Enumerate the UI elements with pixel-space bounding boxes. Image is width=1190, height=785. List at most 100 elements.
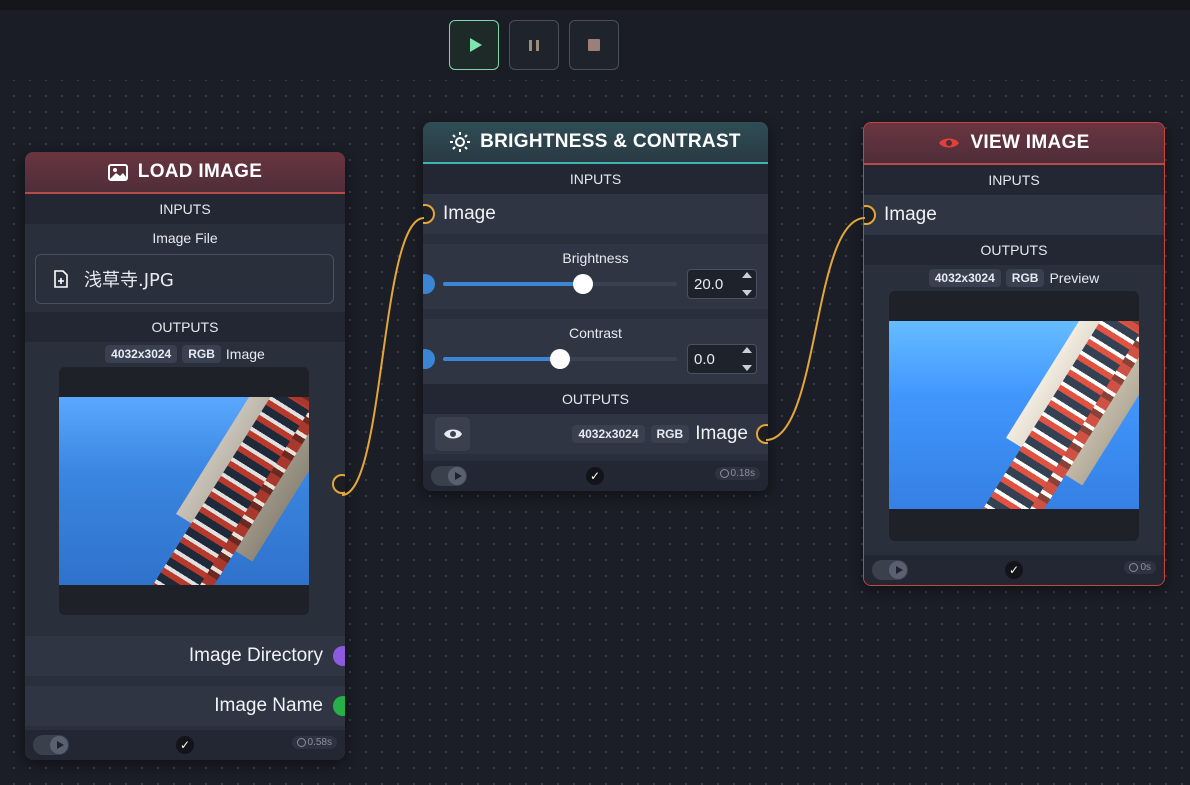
view-image-title: VIEW IMAGE (970, 132, 1090, 153)
image-meta: 4032x3024 RGB Image (25, 342, 345, 363)
image-file-label: Image File (152, 230, 218, 246)
dims-badge: 4032x3024 (928, 269, 1001, 287)
image-input-port[interactable] (864, 205, 876, 225)
decrement-icon[interactable] (742, 365, 752, 371)
image-preview (59, 367, 309, 615)
dims-badge: 4032x3024 (572, 425, 645, 443)
image-file-picker[interactable]: 浅草寺.JPG (35, 254, 334, 304)
image-output-port[interactable] (756, 424, 768, 444)
outputs-section-label: OUTPUTS (423, 384, 768, 414)
status-check-icon: ✓ (1005, 561, 1023, 579)
eye-icon (939, 138, 960, 148)
wire-brightness-to-view (765, 217, 866, 441)
node-footer: ✓ 0s (864, 555, 1164, 585)
clock-icon (296, 738, 306, 747)
image-output-label: Image (695, 423, 748, 444)
node-footer: ✓ 0.58s (25, 730, 345, 760)
exec-time-badge: 0.58s (291, 736, 337, 749)
contrast-label: Contrast (569, 325, 622, 341)
photo-thumbnail (59, 397, 309, 585)
view-image-node[interactable]: VIEW IMAGE INPUTS Image OUTPUTS 4032x302… (863, 122, 1165, 586)
inputs-section-label: INPUTS (423, 164, 768, 194)
brightness-header[interactable]: BRIGHTNESS & CONTRAST (423, 122, 768, 164)
auto-run-toggle[interactable] (872, 560, 908, 580)
output-row-image-directory: Image Directory (25, 636, 345, 676)
mode-badge: RGB (650, 425, 690, 443)
file-add-icon (54, 270, 68, 288)
play-icon (454, 472, 462, 480)
play-icon (895, 566, 903, 574)
brightness-slider-thumb[interactable] (573, 274, 594, 294)
top-strip (0, 0, 1190, 10)
wire-load-to-brightness (341, 217, 425, 496)
clock-icon (1129, 563, 1139, 572)
exec-time: 0.18s (730, 468, 755, 479)
eye-icon (443, 429, 462, 439)
image-name-label: Image Name (214, 695, 323, 716)
preview-toggle-button[interactable] (435, 417, 470, 451)
load-image-node[interactable]: LOAD IMAGE INPUTS Image File 浅草寺.JPG OUT… (25, 152, 345, 760)
dims-badge: 4032x3024 (105, 345, 178, 363)
image-icon (107, 163, 128, 181)
stop-button[interactable] (569, 20, 619, 70)
load-image-title: LOAD IMAGE (137, 161, 263, 182)
exec-time-badge: 0s (1124, 561, 1156, 574)
inputs-section-label: INPUTS (25, 194, 345, 224)
outputs-section-label: OUTPUTS (864, 235, 1164, 265)
image-output-port[interactable] (332, 474, 345, 494)
image-input-label: Image (443, 203, 496, 224)
contrast-slider[interactable] (443, 349, 677, 369)
inputs-section-label: INPUTS (864, 165, 1164, 195)
brightness-label: Brightness (562, 250, 629, 266)
brightness-title: BRIGHTNESS & CONTRAST (480, 131, 741, 152)
pause-icon (529, 39, 539, 51)
image-input-label: Image (884, 204, 937, 225)
status-check-icon: ✓ (176, 736, 194, 754)
input-row-image: Image (423, 194, 768, 234)
increment-icon[interactable] (742, 347, 752, 353)
preview-label: Preview (1049, 270, 1100, 286)
exec-time: 0s (1140, 562, 1151, 573)
contrast-port[interactable] (423, 349, 435, 369)
toolbar (0, 10, 1190, 80)
file-name: 浅草寺.JPG (84, 270, 174, 291)
exec-time: 0.58s (307, 737, 332, 748)
exec-time-badge: 0.18s (714, 467, 760, 480)
sun-icon (450, 132, 471, 152)
brightness-row: Brightness 20.0 (423, 244, 768, 309)
mode-badge: RGB (182, 345, 221, 363)
brightness-port[interactable] (423, 274, 435, 294)
run-button[interactable] (449, 20, 499, 70)
pause-button[interactable] (509, 20, 559, 70)
brightness-contrast-node[interactable]: BRIGHTNESS & CONTRAST INPUTS Image Brigh… (423, 122, 768, 491)
increment-icon[interactable] (742, 272, 752, 278)
output-row-image: 4032x3024 RGB Image (423, 414, 768, 454)
contrast-row: Contrast 0.0 (423, 319, 768, 384)
brightness-number-input[interactable]: 20.0 (687, 269, 757, 299)
output-row-image-name: Image Name (25, 686, 345, 726)
image-output-label: Image (225, 346, 265, 362)
mode-badge: RGB (1005, 269, 1045, 287)
image-name-port[interactable] (333, 696, 345, 716)
contrast-value: 0.0 (694, 350, 715, 368)
auto-run-toggle[interactable] (431, 466, 467, 486)
load-image-header[interactable]: LOAD IMAGE (25, 152, 345, 194)
outputs-section-label: OUTPUTS (25, 312, 345, 342)
image-input-port[interactable] (423, 204, 435, 224)
play-icon (469, 38, 482, 52)
brightness-slider[interactable] (443, 274, 677, 294)
contrast-number-input[interactable]: 0.0 (687, 344, 757, 374)
photo-preview (889, 321, 1139, 509)
image-directory-port[interactable] (333, 646, 345, 666)
auto-run-toggle[interactable] (33, 735, 69, 755)
input-row-image: Image (864, 195, 1164, 235)
preview-meta: 4032x3024 RGB Preview (864, 265, 1164, 287)
image-directory-label: Image Directory (188, 645, 323, 666)
decrement-icon[interactable] (742, 290, 752, 296)
view-image-header[interactable]: VIEW IMAGE (864, 123, 1164, 165)
contrast-slider-thumb[interactable] (550, 349, 570, 369)
node-footer: ✓ 0.18s (423, 461, 768, 491)
brightness-value: 20.0 (694, 275, 724, 293)
image-preview (889, 291, 1139, 541)
stop-icon (588, 39, 600, 51)
